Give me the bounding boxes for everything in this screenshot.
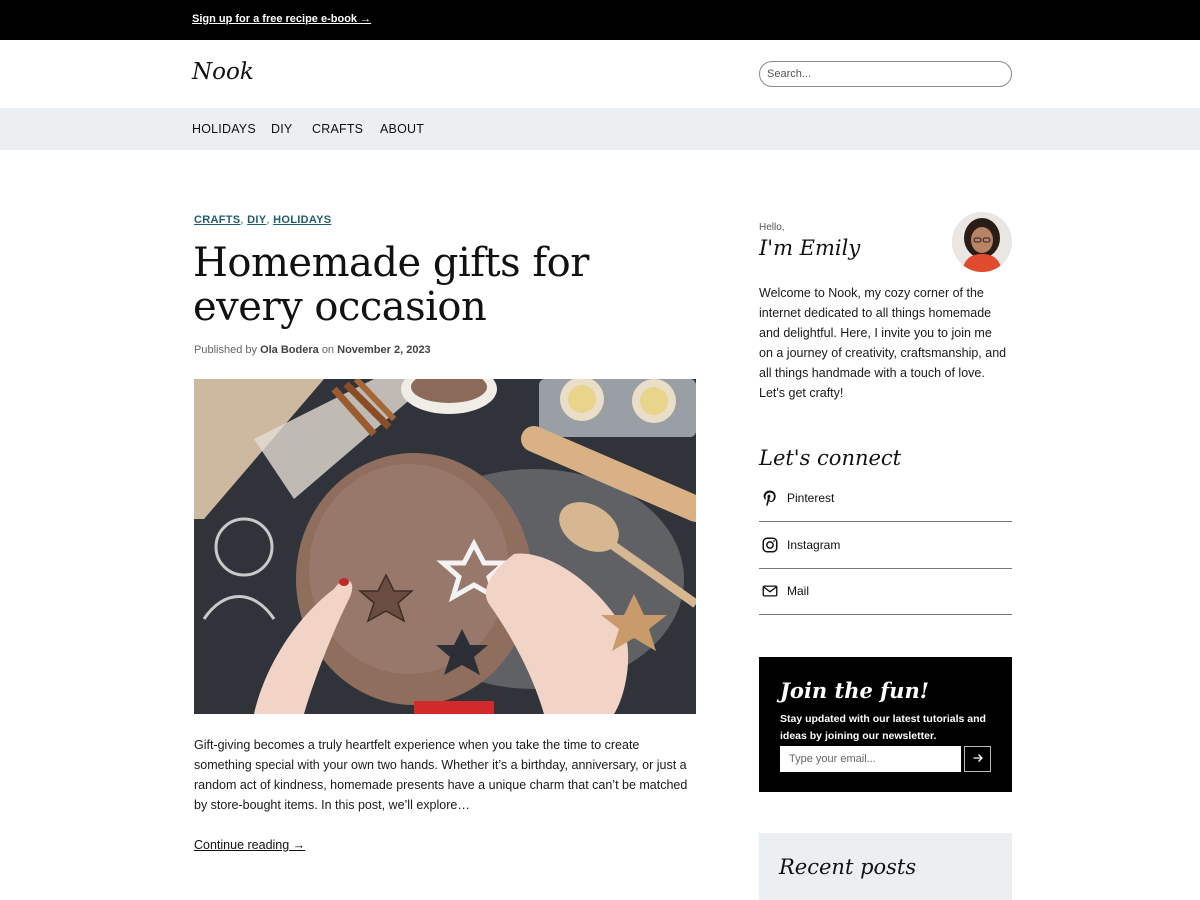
site-logo[interactable]: Nook <box>192 59 254 85</box>
social-link-mail[interactable]: Mail <box>759 568 1012 615</box>
nav-item-diy[interactable]: DIY <box>271 122 292 136</box>
category-link-crafts[interactable]: CRAFTS <box>194 214 240 226</box>
byline-on: on <box>321 344 335 356</box>
nav-item-about[interactable]: ABOUT <box>380 122 424 136</box>
mail-icon <box>762 585 778 597</box>
author-bio: Welcome to Nook, my cozy corner of the i… <box>759 286 1007 400</box>
recent-posts-heading: Recent posts <box>779 855 917 879</box>
newsletter-description: Stay updated with our latest tutorials a… <box>780 713 986 742</box>
author-portrait <box>952 212 1012 272</box>
search-input[interactable] <box>759 61 1012 87</box>
social-link-pinterest[interactable]: Pinterest <box>759 475 1012 522</box>
post-featured-image[interactable] <box>194 379 696 714</box>
avatar <box>952 212 1012 272</box>
newsletter-box: Join the fun! Stay updated with our late… <box>759 657 1012 792</box>
social-label-mail: Mail <box>787 584 810 598</box>
post-categories: CRAFTS, DIY, HOLIDAYS <box>194 214 331 226</box>
announcement-bar: Sign up for a free recipe e-book → <box>0 0 1200 40</box>
social-label-instagram: Instagram <box>787 538 841 552</box>
connect-heading: Let's connect <box>759 446 902 470</box>
post-excerpt: Gift-giving becomes a truly heartfelt ex… <box>194 738 688 812</box>
post-author[interactable]: Ola Bodera <box>260 344 319 356</box>
instagram-icon <box>762 537 778 553</box>
ebook-signup-link[interactable]: Sign up for a free recipe e-book → <box>192 13 371 25</box>
social-link-instagram[interactable]: Instagram <box>759 522 1012 569</box>
byline-prefix: Published by <box>194 344 257 356</box>
baking-scene-illustration <box>194 379 696 714</box>
site-header: Nook <box>0 40 1200 108</box>
newsletter-email-input[interactable] <box>780 746 961 772</box>
continue-reading-link[interactable]: Continue reading → <box>194 838 305 852</box>
category-link-diy[interactable]: DIY <box>247 214 266 226</box>
nav-item-crafts[interactable]: CRAFTS <box>312 122 363 136</box>
recent-posts-box: Recent posts <box>759 833 1012 900</box>
greeting-text: Hello, <box>759 222 785 233</box>
newsletter-submit-button[interactable] <box>964 746 991 772</box>
newsletter-title: Join the fun! <box>780 678 929 703</box>
arrow-right-icon <box>973 753 983 762</box>
main-nav: HOLIDAYS DIY CRAFTS ABOUT <box>0 108 1200 150</box>
post-title[interactable]: Homemade gifts for every occasion <box>193 241 673 329</box>
nav-item-holidays[interactable]: HOLIDAYS <box>192 122 256 136</box>
category-link-holidays[interactable]: HOLIDAYS <box>273 214 331 226</box>
post-date: November 2, 2023 <box>337 344 431 356</box>
social-label-pinterest: Pinterest <box>787 491 835 505</box>
author-name-heading: I'm Emily <box>759 236 861 260</box>
post-byline: Published by Ola Bodera on November 2, 2… <box>194 344 431 356</box>
pinterest-icon <box>763 490 776 507</box>
